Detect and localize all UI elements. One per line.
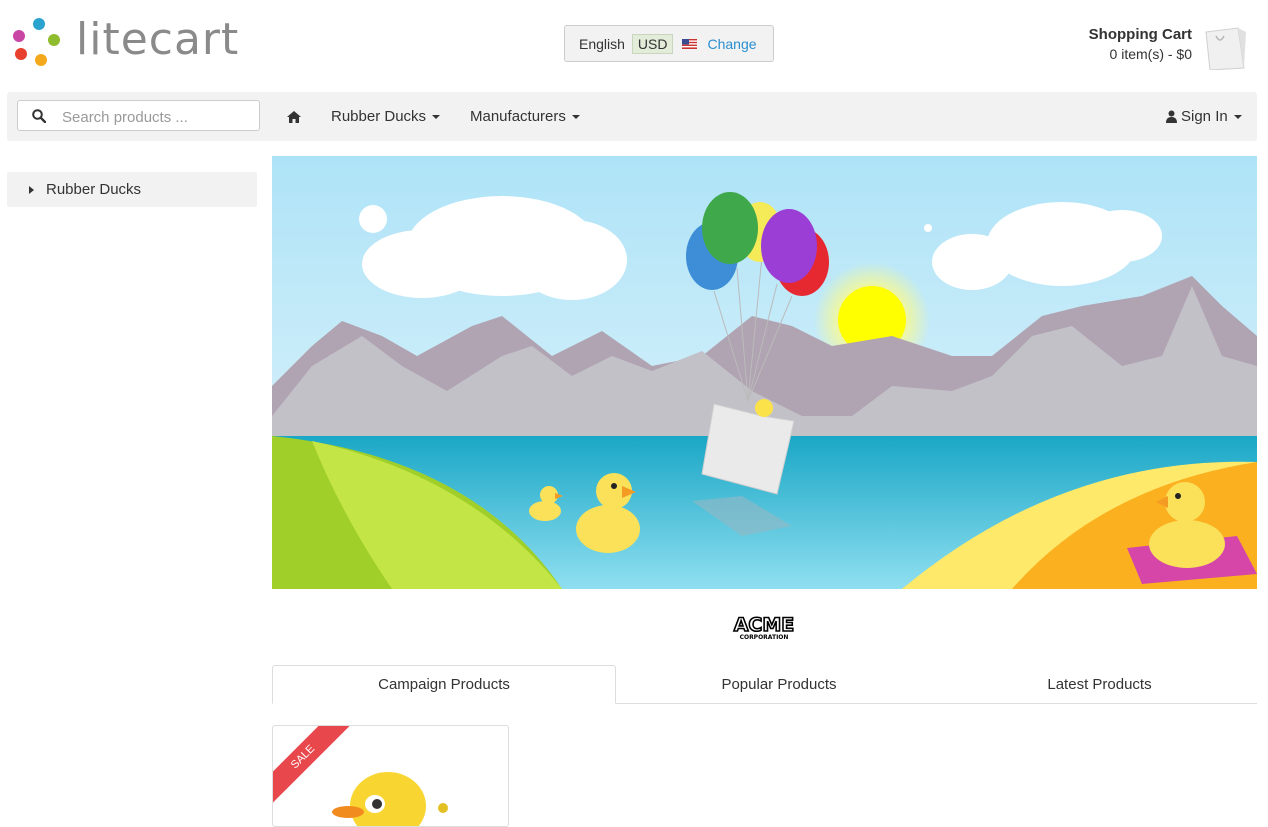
sign-in-label: Sign In <box>1181 108 1228 125</box>
shopping-cart[interactable]: Shopping Cart 0 item(s) - $0 <box>1048 24 1248 72</box>
caret-down-icon <box>1233 114 1242 119</box>
us-flag-icon <box>682 38 698 49</box>
logo-text: litecart <box>76 14 240 65</box>
banner-illustration <box>272 156 1257 589</box>
product-tabs: Campaign Products Popular Products Lates… <box>272 665 1257 704</box>
search-icon <box>32 109 46 123</box>
nav-manufacturers-label: Manufacturers <box>470 108 566 125</box>
cart-status: 0 item(s) - $0 <box>1109 46 1192 62</box>
logo-dots-icon <box>13 18 60 66</box>
sidebar-category-label: Rubber Ducks <box>46 181 142 198</box>
sign-in-menu[interactable]: Sign In <box>1166 92 1242 141</box>
nav-rubber-ducks[interactable]: Rubber Ducks <box>331 92 441 141</box>
tab-popular-products[interactable]: Popular Products <box>616 665 942 703</box>
main-navbar: Rubber Ducks Manufacturers Sign In <box>7 92 1257 141</box>
region-selector[interactable]: English USD Change <box>564 25 774 62</box>
tab-label: Popular Products <box>721 675 837 693</box>
tab-label: Campaign Products <box>378 676 510 693</box>
change-region-link[interactable]: Change <box>707 36 756 52</box>
svg-text:CORPORATION: CORPORATION <box>740 634 789 641</box>
acme-manufacturer-logo[interactable]: ACME CORPORATION <box>730 612 798 642</box>
product-image <box>332 772 448 826</box>
tab-campaign-products[interactable]: Campaign Products <box>272 665 616 704</box>
caret-right-icon <box>29 185 34 194</box>
caret-down-icon <box>432 114 441 119</box>
search-input[interactable] <box>60 105 254 129</box>
caret-down-icon <box>571 114 580 119</box>
sidebar-category-rubber-ducks[interactable]: Rubber Ducks <box>7 172 257 207</box>
product-card[interactable]: SALE <box>272 725 509 827</box>
currency-label: USD <box>631 33 674 54</box>
tab-label: Latest Products <box>1047 675 1152 693</box>
shopping-bag-icon <box>1205 27 1246 70</box>
cart-title: Shopping Cart <box>1088 26 1192 43</box>
user-icon <box>1166 110 1177 123</box>
nav-manufacturers[interactable]: Manufacturers <box>470 92 580 141</box>
search-box[interactable] <box>17 100 260 131</box>
svg-text:ACME: ACME <box>734 614 795 636</box>
language-label: English <box>579 35 625 52</box>
home-link[interactable] <box>287 92 301 141</box>
nav-rubber-ducks-label: Rubber Ducks <box>331 108 427 125</box>
home-icon <box>287 110 301 123</box>
acme-logo-icon: ACME CORPORATION <box>733 613 795 641</box>
hero-banner[interactable] <box>272 156 1257 589</box>
tab-latest-products[interactable]: Latest Products <box>942 665 1257 703</box>
site-logo[interactable]: litecart <box>12 14 257 68</box>
